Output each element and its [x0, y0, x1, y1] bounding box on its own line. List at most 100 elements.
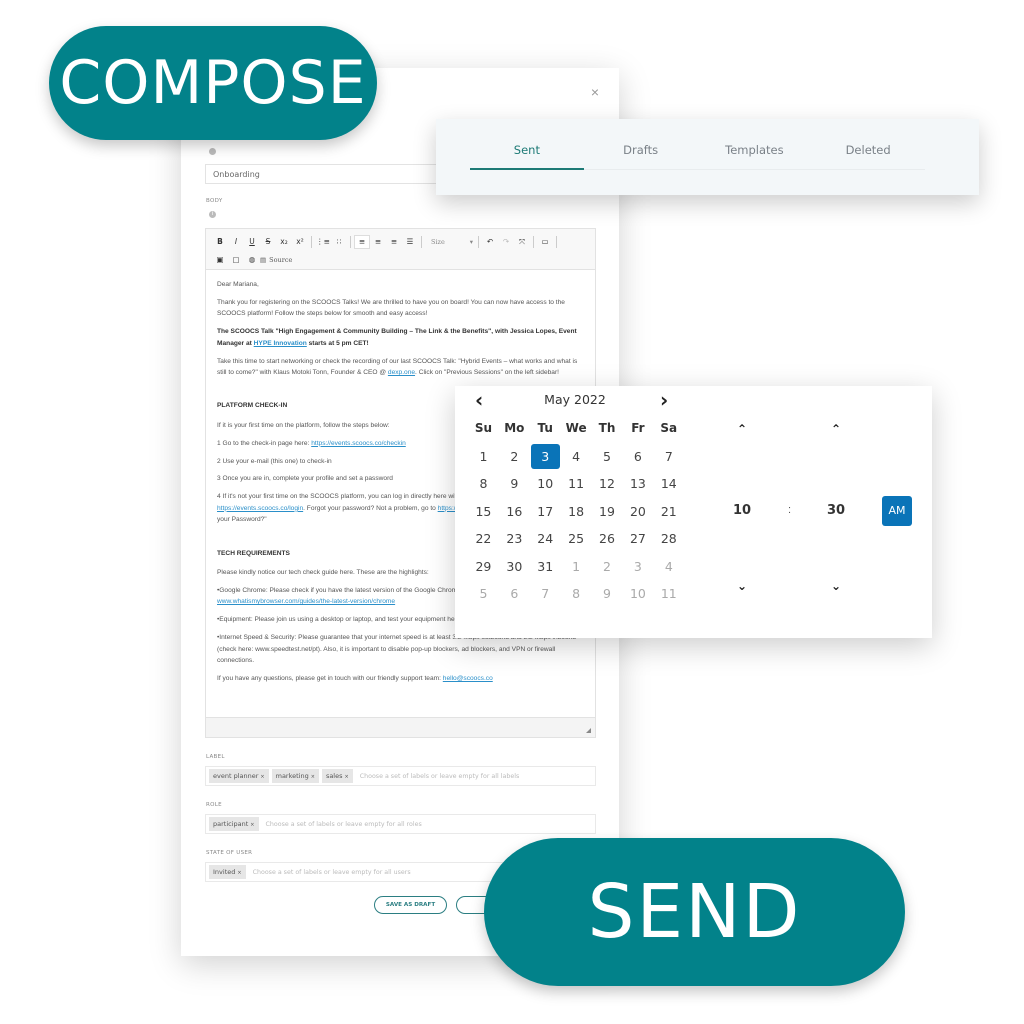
minute-value[interactable]: 30: [816, 503, 856, 518]
tag-chip[interactable]: Invited ×: [209, 865, 246, 879]
align-right-icon[interactable]: ≡: [386, 235, 402, 249]
calendar-day[interactable]: 5: [592, 443, 623, 471]
link-icon[interactable]: ▭: [537, 235, 553, 249]
undo-icon[interactable]: ↶: [482, 235, 498, 249]
dexp-link[interactable]: dexp.one: [388, 369, 415, 376]
numbered-list-icon[interactable]: ⋮≡: [315, 235, 331, 249]
remove-tag-icon[interactable]: ×: [345, 774, 349, 780]
am-pm-toggle[interactable]: AM: [882, 496, 912, 526]
calendar-day[interactable]: 29: [468, 553, 499, 581]
calendar-day[interactable]: 27: [622, 525, 653, 553]
calendar-day[interactable]: 4: [653, 553, 684, 581]
tab-sent[interactable]: Sent: [470, 141, 584, 170]
calendar-day-selected[interactable]: 3: [530, 443, 561, 471]
prev-month-icon[interactable]: ‹: [475, 388, 483, 412]
remove-tag-icon[interactable]: ×: [237, 870, 241, 876]
calendar-day[interactable]: 1: [468, 443, 499, 471]
calendar-day[interactable]: 23: [499, 525, 530, 553]
close-icon[interactable]: ×: [591, 84, 599, 100]
login-link[interactable]: https://events.scoocs.co/login: [217, 505, 303, 512]
calendar-day[interactable]: 22: [468, 525, 499, 553]
globe-icon[interactable]: ◍: [244, 253, 260, 267]
calendar-day[interactable]: 19: [592, 498, 623, 526]
calendar-day[interactable]: 17: [530, 498, 561, 526]
browser-guide-link[interactable]: www.whatismybrowser.com/guides/the-lates…: [217, 598, 395, 605]
calendar-day[interactable]: 20: [622, 498, 653, 526]
minute-up-icon[interactable]: ⌃: [826, 422, 846, 436]
next-month-icon[interactable]: ›: [660, 388, 668, 412]
calendar-day[interactable]: 7: [653, 443, 684, 471]
hype-innovation-link[interactable]: HYPE Innovation: [254, 340, 307, 347]
calendar-day[interactable]: 21: [653, 498, 684, 526]
calendar-day[interactable]: 3: [622, 553, 653, 581]
remove-tag-icon[interactable]: ×: [250, 822, 254, 828]
font-size-select[interactable]: Size ▾: [425, 238, 475, 246]
role-select[interactable]: participant × Choose a set of labels or l…: [205, 814, 596, 834]
calendar-day[interactable]: 24: [530, 525, 561, 553]
tag-chip[interactable]: event planner ×: [209, 769, 269, 783]
align-left-icon[interactable]: ≡: [354, 234, 370, 249]
bullet-list-icon[interactable]: ∷: [331, 235, 347, 249]
save-as-draft-button[interactable]: SAVE AS DRAFT: [374, 896, 447, 914]
calendar-day[interactable]: 9: [592, 580, 623, 608]
calendar-day[interactable]: 1: [561, 553, 592, 581]
calendar-day[interactable]: 30: [499, 553, 530, 581]
tag-chip[interactable]: sales ×: [321, 769, 353, 783]
calendar-day[interactable]: 31: [530, 553, 561, 581]
media-icon[interactable]: ▢: [228, 253, 244, 267]
calendar-day[interactable]: 11: [561, 470, 592, 498]
calendar-day[interactable]: 26: [592, 525, 623, 553]
support-email-link[interactable]: hello@scoocs.co: [443, 675, 493, 682]
calendar-day[interactable]: 16: [499, 498, 530, 526]
minute-down-icon[interactable]: ⌄: [826, 579, 846, 593]
align-center-icon[interactable]: ≡: [370, 235, 386, 249]
calendar-day[interactable]: 7: [530, 580, 561, 608]
calendar-day[interactable]: 18: [561, 498, 592, 526]
calendar-day[interactable]: 14: [653, 470, 684, 498]
hour-up-icon[interactable]: ⌃: [732, 422, 752, 436]
calendar-day[interactable]: 2: [499, 443, 530, 471]
calendar-day[interactable]: 12: [592, 470, 623, 498]
send-badge[interactable]: SEND: [484, 838, 905, 986]
remove-tag-icon[interactable]: ×: [311, 774, 315, 780]
align-justify-icon[interactable]: ☰: [402, 235, 418, 249]
strikethrough-button[interactable]: S: [260, 235, 276, 249]
calendar-day[interactable]: 11: [653, 580, 684, 608]
calendar-day[interactable]: 6: [499, 580, 530, 608]
tag-chip[interactable]: participant ×: [209, 817, 259, 831]
label-select[interactable]: event planner × marketing × sales × Choose …: [205, 766, 596, 786]
hour-down-icon[interactable]: ⌄: [732, 579, 752, 593]
calendar-day[interactable]: 8: [561, 580, 592, 608]
bold-button[interactable]: B: [212, 235, 228, 249]
image-icon[interactable]: ▣: [212, 253, 228, 267]
label-field-label: LABEL: [206, 754, 225, 760]
tab-deleted[interactable]: Deleted: [811, 141, 925, 169]
tag-chip[interactable]: marketing ×: [271, 769, 319, 783]
source-button[interactable]: ▤ Source: [260, 256, 292, 264]
calendar-day[interactable]: 4: [561, 443, 592, 471]
month-title[interactable]: May 2022: [530, 392, 620, 407]
calendar-day[interactable]: 9: [499, 470, 530, 498]
hour-value[interactable]: 10: [722, 503, 762, 518]
resize-handle-icon[interactable]: [586, 728, 591, 733]
remove-tag-icon[interactable]: ×: [260, 774, 264, 780]
calendar-day[interactable]: 13: [622, 470, 653, 498]
calendar-day[interactable]: 6: [622, 443, 653, 471]
calendar-day[interactable]: 10: [622, 580, 653, 608]
calendar-day[interactable]: 25: [561, 525, 592, 553]
calendar-day[interactable]: 2: [592, 553, 623, 581]
redo-icon[interactable]: ↷: [498, 235, 514, 249]
superscript-button[interactable]: x²: [292, 235, 308, 249]
tab-drafts[interactable]: Drafts: [584, 141, 698, 169]
calendar-day[interactable]: 28: [653, 525, 684, 553]
italic-button[interactable]: I: [228, 235, 244, 249]
underline-button[interactable]: U: [244, 235, 260, 249]
maximize-icon[interactable]: ⤧: [514, 235, 530, 249]
subscript-button[interactable]: x₂: [276, 235, 292, 249]
calendar-day[interactable]: 10: [530, 470, 561, 498]
calendar-day[interactable]: 15: [468, 498, 499, 526]
calendar-day[interactable]: 5: [468, 580, 499, 608]
calendar-day[interactable]: 8: [468, 470, 499, 498]
tab-templates[interactable]: Templates: [698, 141, 812, 169]
checkin-link[interactable]: https://events.scoocs.co/checkin: [311, 440, 406, 447]
